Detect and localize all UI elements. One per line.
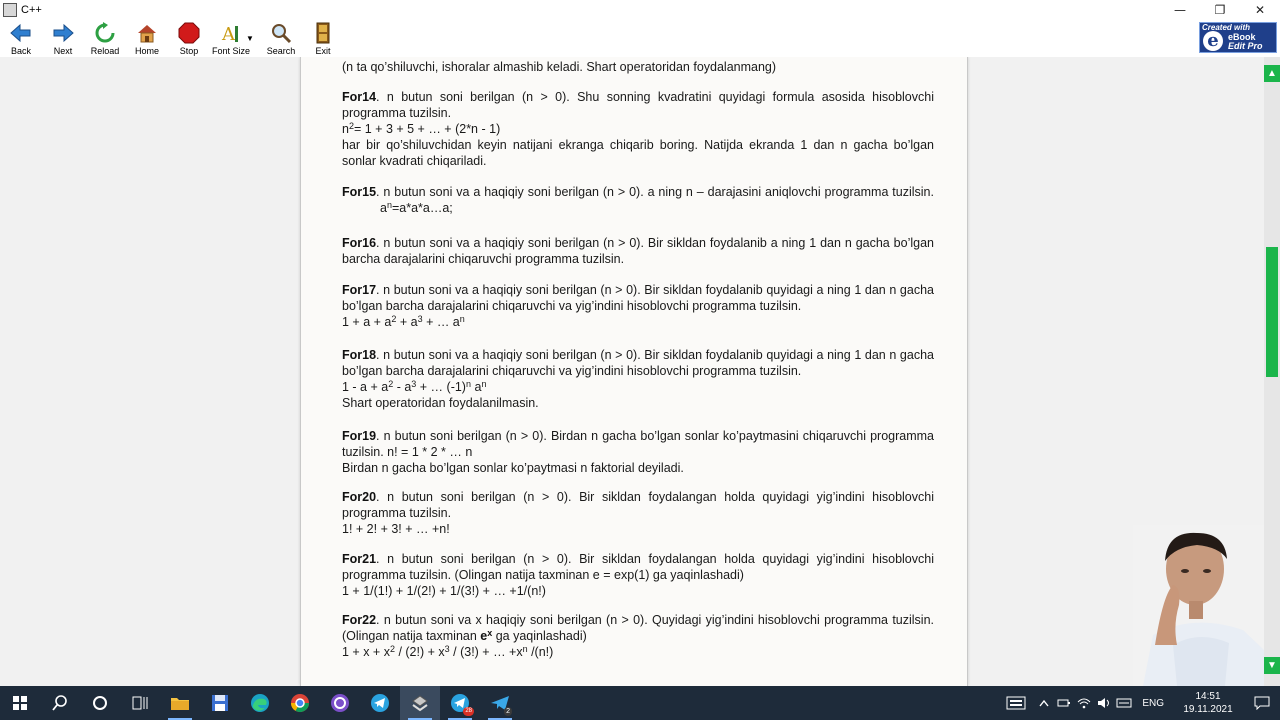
clock[interactable]: 14:51 19.11.2021 — [1172, 690, 1244, 716]
reload-icon — [94, 22, 116, 44]
home-icon — [136, 22, 158, 44]
exercise-for18: For18. n butun soni va a haqiqiy soni be… — [342, 348, 934, 410]
save-floppy-icon[interactable] — [200, 686, 240, 720]
volume-icon[interactable] — [1094, 686, 1114, 720]
back-button[interactable]: Back — [0, 20, 42, 57]
close-button[interactable]: ✕ — [1240, 0, 1280, 20]
task-view-icon[interactable] — [120, 686, 160, 720]
stop-button[interactable]: Stop — [168, 20, 210, 57]
title-bar: C++ — ❐ ✕ — [0, 0, 1280, 20]
telegram-icon[interactable]: 28 — [440, 686, 480, 720]
file-explorer-icon[interactable] — [160, 686, 200, 720]
chrome-browser-icon[interactable] — [280, 686, 320, 720]
keyboard-layout-icon[interactable] — [1114, 686, 1134, 720]
exit-button[interactable]: Exit — [302, 20, 344, 57]
scrollbar-thumb[interactable] — [1266, 247, 1278, 377]
minimize-button[interactable]: — — [1160, 0, 1200, 20]
window-title: C++ — [21, 4, 42, 16]
reload-button[interactable]: Reload — [84, 20, 126, 57]
stop-icon — [178, 22, 200, 44]
window-controls: — ❐ ✕ — [1160, 0, 1280, 20]
search-icon[interactable] — [40, 686, 80, 720]
exercise-for19: For19. n butun soni berilgan (n > 0). Bi… — [342, 429, 934, 475]
home-button[interactable]: Home — [126, 20, 168, 57]
document-page: (n ta qo’shiluvchi, ishoralar almashib k… — [300, 57, 968, 686]
document-viewport[interactable]: (n ta qo’shiluvchi, ishoralar almashib k… — [0, 57, 1264, 686]
notification-badge: 2 — [504, 707, 512, 716]
maximize-button[interactable]: ❐ — [1200, 0, 1240, 20]
clock-time: 14:51 — [1195, 691, 1221, 702]
presenter-webcam-image — [1133, 525, 1264, 686]
windows-taskbar: 28 2 ENG 14:51 19.11.2021 — [0, 686, 1280, 720]
font-size-dropdown-arrow[interactable]: ▼ — [246, 34, 254, 43]
vertical-scrollbar[interactable]: ▲ ▼ — [1264, 57, 1280, 686]
system-tray: ENG 14:51 19.11.2021 — [998, 686, 1280, 720]
input-language[interactable]: ENG — [1142, 698, 1164, 709]
exercise-for20: For20. n butun soni berilgan (n > 0). Bi… — [342, 490, 934, 536]
github-desktop-icon[interactable] — [320, 686, 360, 720]
ebook-edit-pro-badge: Created with e eBook Edit Pro — [1199, 22, 1277, 53]
exercise-for21: For21. n butun soni berilgan (n > 0). Bi… — [342, 552, 934, 598]
exercise-for16: For16. n butun soni va a haqiqiy soni be… — [342, 236, 934, 266]
telegram-icon[interactable]: 2 — [480, 686, 520, 720]
ebook-app-icon[interactable] — [400, 686, 440, 720]
app-icon — [3, 3, 17, 17]
notification-badge: 28 — [463, 707, 474, 716]
next-button[interactable]: Next — [42, 20, 84, 57]
telegram-icon[interactable] — [360, 686, 400, 720]
toolbar: Back Next Reload Home Stop A Font Size ▼ — [0, 20, 1280, 57]
windows-start-icon[interactable] — [0, 686, 40, 720]
keyboard-icon[interactable] — [998, 686, 1034, 720]
exercise-for22: For22. n butun soni va x haqiqiy soni be… — [342, 613, 934, 659]
notification-center-icon[interactable] — [1244, 696, 1280, 710]
intro-paragraph: (n ta qo’shiluvchi, ishoralar almashib k… — [342, 60, 777, 74]
exercise-for14: For14. n butun soni berilgan (n > 0). Sh… — [342, 90, 934, 168]
chevron-up-icon[interactable] — [1034, 686, 1054, 720]
exit-door-icon — [312, 22, 334, 44]
scroll-up-arrow-icon[interactable]: ▲ — [1264, 65, 1280, 82]
svg-text:A: A — [221, 24, 236, 44]
edge-browser-icon[interactable] — [240, 686, 280, 720]
search-icon — [270, 22, 292, 44]
clock-date: 19.11.2021 — [1183, 704, 1233, 715]
cortana-circle-icon[interactable] — [80, 686, 120, 720]
exercise-for15: For15. n butun soni va a haqiqiy soni be… — [342, 185, 934, 215]
font-size-icon: A — [220, 22, 242, 44]
scroll-down-arrow-icon[interactable]: ▼ — [1264, 657, 1280, 674]
exercise-for17: For17. n butun soni va a haqiqiy soni be… — [342, 283, 934, 329]
forward-arrow-icon — [52, 22, 74, 44]
battery-icon[interactable] — [1054, 686, 1074, 720]
back-arrow-icon — [10, 22, 32, 44]
wifi-icon[interactable] — [1074, 686, 1094, 720]
search-button[interactable]: Search — [260, 20, 302, 57]
